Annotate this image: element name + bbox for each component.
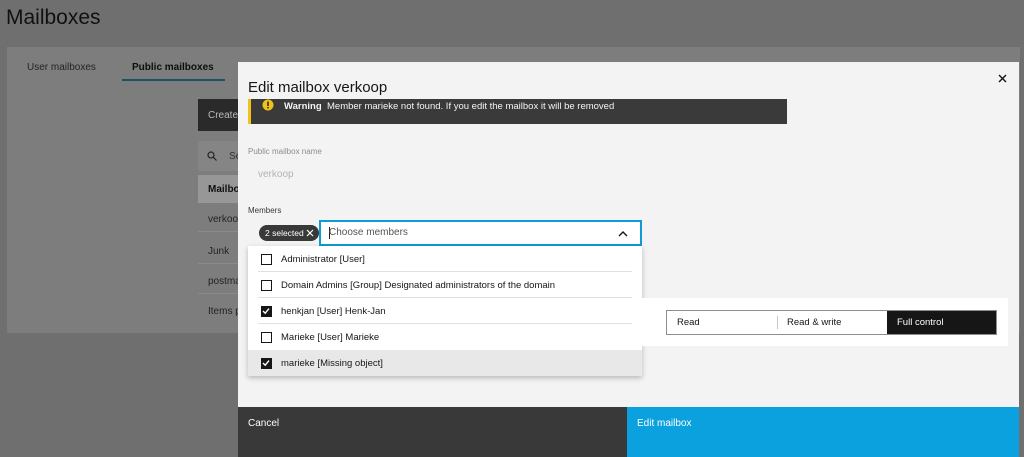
page-title: Mailboxes <box>6 6 101 29</box>
warning-notification: Warning Member marieke not found. If you… <box>248 99 787 124</box>
table-row[interactable]: verkoop <box>198 206 238 232</box>
member-option[interactable]: Marieke [User] Marieke <box>248 324 642 350</box>
members-search-input[interactable] <box>329 227 599 238</box>
member-option[interactable]: Administrator [User] <box>248 246 642 272</box>
member-option[interactable]: henkjan [User] Henk-Jan <box>248 298 642 324</box>
permission-read-write[interactable]: Read & write <box>777 311 887 334</box>
table-row[interactable]: postmaster <box>198 264 238 294</box>
checkmark-icon <box>262 308 270 315</box>
checkbox[interactable] <box>261 254 272 265</box>
create-button[interactable]: Create <box>198 99 238 131</box>
chevron-up-icon[interactable] <box>618 230 628 237</box>
edit-mailbox-button[interactable]: Edit mailbox <box>627 407 1019 457</box>
tab-user-mailboxes[interactable]: User mailboxes <box>27 62 96 79</box>
checkmark-icon <box>262 360 270 367</box>
close-icon[interactable] <box>306 229 314 237</box>
member-option-label: henkjan [User] Henk-Jan <box>281 306 386 317</box>
permission-read[interactable]: Read <box>667 311 777 334</box>
mailbox-name-label: Public mailbox name <box>248 147 322 156</box>
members-dropdown: Administrator [User] Domain Admins [Grou… <box>248 246 642 376</box>
member-option-label: marieke [Missing object] <box>281 358 383 369</box>
search-placeholder: Se <box>229 151 238 162</box>
members-combobox[interactable] <box>319 220 642 246</box>
selected-count-tag: 2 selected <box>259 225 319 241</box>
permission-switcher: Read Read & write Full control <box>666 310 997 335</box>
member-option-label: Administrator [User] <box>281 254 365 265</box>
member-option-label: Marieke [User] Marieke <box>281 332 380 343</box>
table-row[interactable]: Items p <box>198 294 238 324</box>
permission-full-control[interactable]: Full control <box>887 311 996 334</box>
checkbox[interactable] <box>261 280 272 291</box>
members-label: Members <box>248 206 282 215</box>
close-button[interactable] <box>995 71 1009 85</box>
member-option-label: Domain Admins [Group] Designated adminis… <box>281 280 556 291</box>
member-option[interactable]: Domain Admins [Group] Designated adminis… <box>248 272 642 298</box>
checkbox[interactable] <box>261 332 272 343</box>
tab-public-mailboxes[interactable]: Public mailboxes <box>122 62 225 81</box>
cancel-button[interactable]: Cancel <box>238 407 627 457</box>
search-icon <box>207 151 217 161</box>
permissions-panel: Read Read & write Full control <box>642 298 1008 346</box>
close-icon <box>998 74 1006 82</box>
warning-message: Member marieke not found. If you edit th… <box>327 101 615 112</box>
checkbox-checked[interactable] <box>261 306 272 317</box>
edit-mailbox-modal: Edit mailbox verkoop Warning Member mari… <box>238 62 1019 457</box>
member-option[interactable]: marieke [Missing object] <box>248 350 642 376</box>
checkbox-checked[interactable] <box>261 358 272 369</box>
search-bar[interactable]: Se <box>198 141 238 171</box>
table-row[interactable]: Junk <box>198 232 238 264</box>
mailbox-name-field: verkoop <box>258 169 294 180</box>
modal-title: Edit mailbox verkoop <box>248 79 388 96</box>
selected-count-label: 2 selected <box>265 228 304 238</box>
warning-label: Warning <box>284 101 322 112</box>
warning-icon <box>262 99 274 111</box>
table-header: Mailbox <box>198 175 238 203</box>
